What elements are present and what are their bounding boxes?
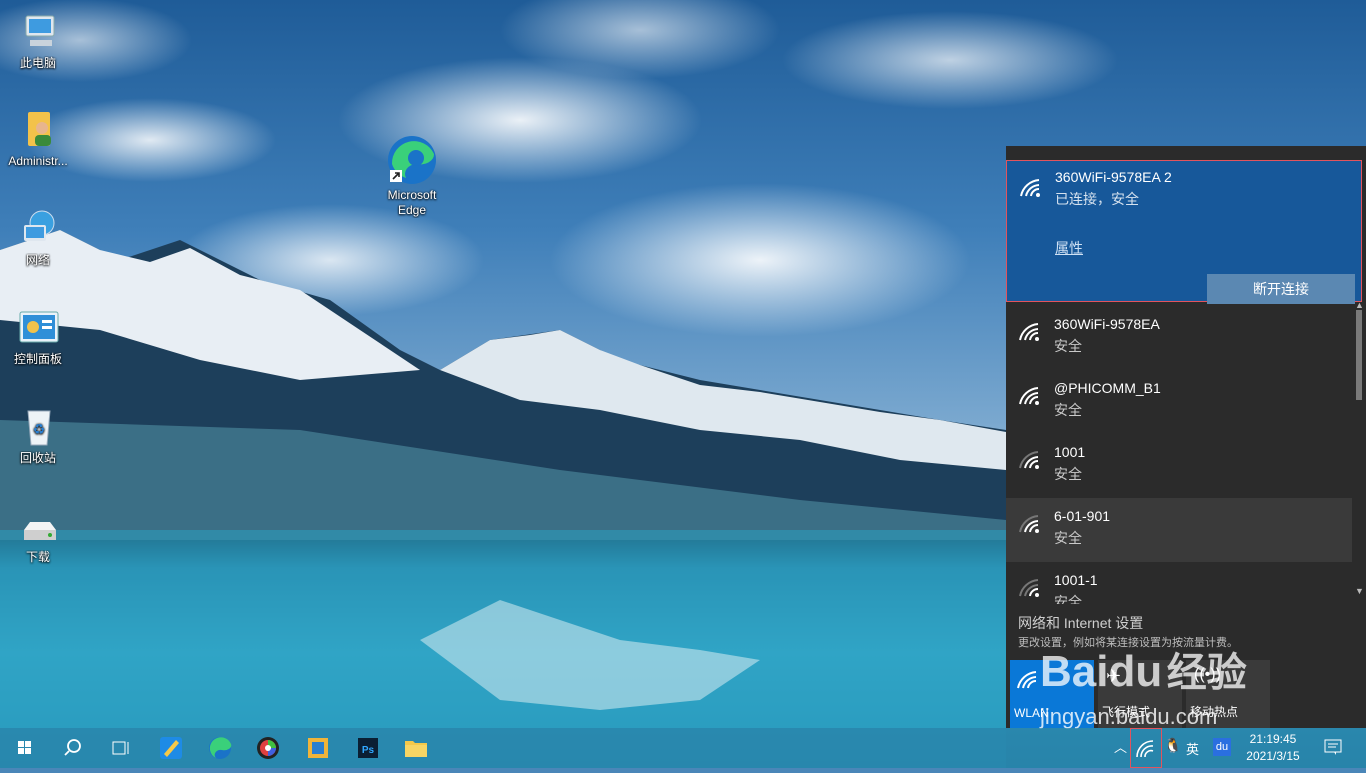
photoshop-icon: Ps [358,738,378,758]
clock-date: 2021/3/15 [1246,749,1300,763]
qq-penguin-icon[interactable]: 🐧 [1164,737,1181,754]
network-list-scrollbar[interactable]: ▲ ▼ [1354,300,1364,596]
desktop-icon-label: 此电脑 [19,56,56,70]
drive-icon [16,516,60,548]
desktop-icon-network[interactable]: 网络 [0,207,76,268]
wifi-network-item[interactable]: 1001 安全 [1006,434,1352,498]
wifi-signal-icon [1020,179,1040,197]
start-button[interactable] [2,728,46,768]
edge-icon [386,119,438,184]
wifi-signal-icon [1019,387,1039,405]
taskbar-app-sticky-notes[interactable] [148,728,192,768]
watermark-cn: 经验 [1166,651,1247,695]
search-icon [64,739,81,756]
task-view-button[interactable] [98,728,142,768]
clock[interactable]: 21:19:45 2021/3/15 [1240,731,1306,765]
windows-logo-icon [18,741,31,754]
desktop-icon-label: Microsoft Edge [387,188,437,217]
desktop-icon-label: 下载 [25,550,50,564]
network-ssid: 1001 [1054,444,1086,460]
network-globe-icon [16,207,60,251]
wifi-network-item[interactable]: 6-01-901 安全 [1006,498,1352,562]
connected-network-card[interactable]: 360WiFi-9578EA 2 已连接，安全 属性 断开连接 [1006,160,1362,304]
properties-link[interactable]: 属性 [1055,238,1083,258]
baidu-watermark: Baidu 经验 jingyan.baidu.com [1040,640,1247,730]
network-ssid: 360WiFi-9578EA [1054,316,1160,332]
desktop-icon-recycle-bin[interactable]: ♻ 回收站 [0,405,76,466]
wifi-network-item[interactable]: @PHICOMM_B1 安全 [1006,370,1352,434]
taskbar: Ps ︿ 🐧 英 du 21:19:45 2021/3/15 [0,728,1366,768]
network-status: 安全 [1054,530,1082,546]
archive-icon [308,738,328,758]
computer-icon [16,10,60,54]
desktop-icon-label: 控制面板 [13,352,62,366]
desktop-icon-user-folder[interactable]: Administr... [0,108,76,169]
network-ssid: 1001-1 [1054,572,1098,588]
edge-icon [209,737,232,759]
scroll-thumb[interactable] [1356,310,1362,400]
action-center-button[interactable] [1324,738,1342,759]
search-button[interactable] [50,728,94,768]
network-status: 安全 [1054,338,1082,354]
wifi-network-item[interactable]: 1001-1 安全 [1006,562,1352,604]
desktop-icon-label: 回收站 [19,451,56,465]
recycle-bin-icon: ♻ [16,405,60,449]
scroll-down-icon[interactable]: ▼ [1355,586,1364,596]
desktop-icon-this-pc[interactable]: 此电脑 [0,10,76,71]
control-panel-icon [16,306,60,350]
watermark-brand: Bai [1040,647,1109,696]
clock-time: 21:19:45 [1249,732,1297,746]
taskbar-app-color[interactable] [246,728,290,768]
network-settings-link[interactable]: 网络和 Internet 设置 [1018,613,1143,633]
show-hidden-icons-icon[interactable]: ︿ [1114,737,1127,756]
wifi-signal-icon [1019,579,1039,597]
network-status: 已连接，安全 [1055,191,1139,207]
desktop-icon-label: 网络 [25,253,50,267]
scroll-up-icon[interactable]: ▲ [1355,300,1364,310]
watermark-brand-du: du [1108,647,1163,696]
sticky-notes-icon [160,737,182,759]
desktop-icon-label: Administr... [8,154,68,168]
taskbar-app-explorer[interactable] [394,728,438,768]
watermark-url: jingyan.baidu.com [1040,704,1218,729]
svg-text:Ps: Ps [362,745,375,756]
desktop-icon-control-panel[interactable]: 控制面板 [0,306,76,367]
network-ssid: 360WiFi-9578EA 2 [1055,169,1172,185]
svg-text:♻: ♻ [33,421,46,437]
baidu-tray-icon[interactable]: du [1213,738,1231,756]
network-status: 安全 [1054,594,1082,604]
task-view-icon [112,741,129,755]
network-status: 安全 [1054,402,1082,418]
disconnect-button[interactable]: 断开连接 [1207,274,1355,304]
taskbar-app-photoshop[interactable]: Ps [346,728,390,768]
network-status: 安全 [1054,466,1082,482]
taskbar-app-files[interactable] [296,728,340,768]
desktop-icon-downloads[interactable]: 下载 [0,516,76,565]
taskbar-app-edge[interactable] [198,728,242,768]
wifi-icon [1017,671,1037,689]
network-tray-button[interactable] [1130,728,1162,768]
wifi-network-item[interactable]: 360WiFi-9578EA 安全 [1006,306,1352,370]
desktop-icon-edge[interactable]: Microsoft Edge [374,104,450,233]
color-wheel-icon [257,737,279,759]
notification-icon [1324,739,1342,755]
wifi-signal-icon [1019,323,1039,341]
wifi-signal-icon [1019,451,1039,469]
network-ssid: @PHICOMM_B1 [1054,380,1161,396]
wifi-icon [1136,740,1154,758]
wifi-signal-icon [1019,515,1039,533]
network-ssid: 6-01-901 [1054,508,1111,524]
user-folder-icon [16,108,60,152]
ime-indicator[interactable]: 英 [1186,739,1199,758]
folder-icon [405,741,427,757]
